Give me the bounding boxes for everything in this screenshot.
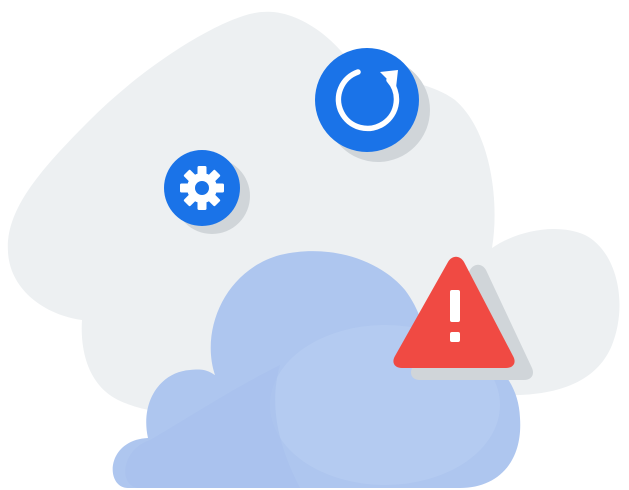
warning-exclamation-dot <box>450 332 460 342</box>
warning-exclamation-bar <box>450 290 460 322</box>
refresh-badge-circle <box>315 48 419 152</box>
gear-icon <box>180 166 224 210</box>
illustration-canvas <box>7 11 620 488</box>
